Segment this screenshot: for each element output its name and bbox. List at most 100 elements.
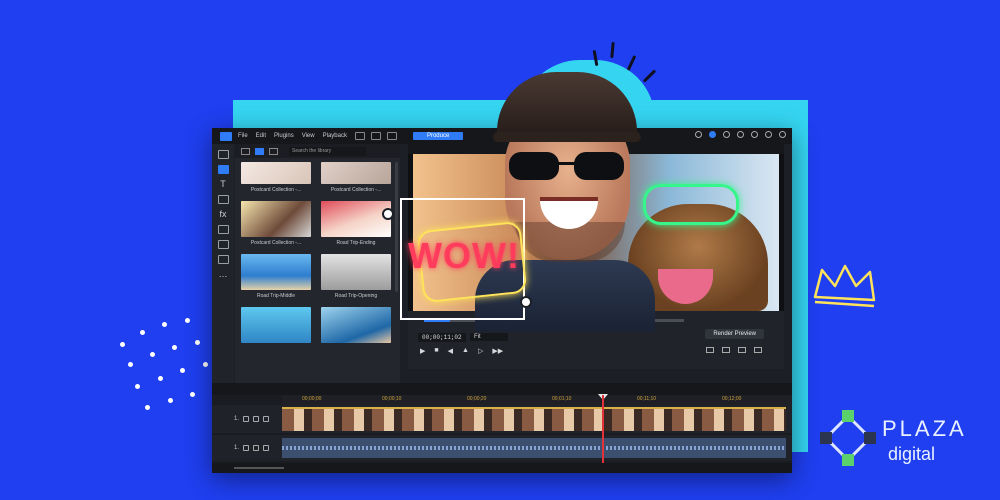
- cap-brim: [493, 132, 641, 142]
- library-scrollbar[interactable]: [395, 162, 398, 292]
- resize-handle[interactable]: [382, 208, 394, 220]
- library-grid: Postcard Collection -... Postcard Collec…: [241, 162, 391, 343]
- timeline-zoom-bar: [212, 463, 792, 473]
- library-item[interactable]: [321, 307, 391, 343]
- library-search-input[interactable]: Search the library: [289, 146, 366, 156]
- snapshot-icon[interactable]: [722, 347, 730, 353]
- library-item[interactable]: [241, 307, 311, 343]
- volume-icon[interactable]: [706, 347, 714, 353]
- help-icon[interactable]: [737, 131, 744, 138]
- zoom-fit-dropdown[interactable]: Fit: [470, 333, 508, 341]
- transition-icon[interactable]: [217, 195, 229, 204]
- library-item[interactable]: Postcard Collection -...: [241, 201, 311, 246]
- menu-playback[interactable]: Playback: [323, 133, 347, 139]
- track-header: 1.: [212, 405, 282, 433]
- more-icon[interactable]: …: [218, 270, 229, 279]
- library-panel: Search the library Postcard Collection -…: [235, 144, 400, 383]
- menu-edit[interactable]: Edit: [256, 133, 266, 139]
- left-lens: [509, 152, 559, 180]
- library-item-label: Postcard Collection -...: [250, 240, 302, 246]
- app-logo-icon: [220, 131, 232, 141]
- neon-sunglasses-sticker[interactable]: [643, 184, 739, 225]
- account-icon[interactable]: [695, 131, 702, 138]
- video-track: 1.: [212, 405, 792, 433]
- timecode-display[interactable]: 00;00;11;02: [418, 333, 466, 342]
- maximize-icon[interactable]: [765, 131, 772, 138]
- ruler-label: 00;12;00: [722, 396, 742, 402]
- display-icon[interactable]: [738, 347, 746, 353]
- playhead[interactable]: [602, 395, 604, 465]
- notification-icon[interactable]: [709, 131, 716, 138]
- window-controls: [695, 131, 786, 138]
- transport-buttons: ▶ ■ ◀ ▲ ▷ ▶▶: [420, 347, 503, 355]
- next-frame-icon[interactable]: ▷: [478, 347, 483, 355]
- redo-icon[interactable]: [386, 132, 397, 140]
- marketing-banner: File Edit Plugins View Playback Produce …: [0, 0, 1000, 500]
- timeline-ruler[interactable]: 00;00;00 00;00;10 00;00;20 00;01;10 00;1…: [282, 395, 792, 405]
- screen-icon[interactable]: [354, 132, 365, 140]
- render-preview-button[interactable]: Render Preview: [705, 329, 764, 339]
- library-item-label: Postcard Collection -...: [330, 187, 382, 193]
- library-item-label: Postcard Collection -...: [250, 187, 302, 193]
- undock-icon[interactable]: [754, 347, 762, 353]
- fast-forward-icon[interactable]: ▶▶: [492, 347, 503, 355]
- import-icon[interactable]: [241, 147, 250, 155]
- brand-subtitle: digital: [888, 444, 936, 464]
- wow-sticker-text[interactable]: WOW!: [408, 235, 520, 277]
- library-item[interactable]: Postcard Collection -...: [321, 162, 391, 193]
- thumbnail: [241, 307, 311, 343]
- grid-view-icon[interactable]: [255, 147, 264, 155]
- play-icon[interactable]: ▶: [420, 347, 425, 355]
- library-item[interactable]: Postcard Collection -...: [241, 162, 311, 193]
- neon-crown-icon: [813, 264, 876, 308]
- lock-icon[interactable]: [263, 445, 270, 451]
- visibility-icon[interactable]: [253, 445, 260, 451]
- cap: [497, 72, 637, 140]
- export-icon[interactable]: [217, 255, 229, 264]
- list-view-icon[interactable]: [269, 147, 278, 155]
- minimize-icon[interactable]: [751, 131, 758, 138]
- audio-clip[interactable]: [282, 438, 786, 458]
- library-toolbar: Search the library: [235, 144, 400, 158]
- track-label: 1.: [234, 445, 240, 451]
- stop-icon[interactable]: ■: [434, 347, 438, 355]
- media-room-icon[interactable]: [217, 150, 229, 159]
- template-room-icon[interactable]: [217, 165, 229, 174]
- rotate-handle[interactable]: [520, 296, 532, 308]
- thumbnail: [241, 162, 311, 184]
- undo-icon[interactable]: [370, 132, 381, 140]
- settings-icon[interactable]: [723, 131, 730, 138]
- library-item-label: Road Trip-Ending: [336, 240, 376, 246]
- library-item[interactable]: Road Trip-Opening: [321, 254, 391, 299]
- timeline-zoom-slider[interactable]: [234, 467, 284, 469]
- thumbnail: [241, 201, 311, 237]
- title-icon[interactable]: T: [218, 180, 229, 189]
- particle-icon[interactable]: [217, 240, 229, 249]
- prev-frame-icon[interactable]: ◀: [448, 347, 453, 355]
- tool-sidebar: T fx …: [212, 144, 234, 383]
- library-item-label: Road Trip-Opening: [334, 293, 378, 299]
- visibility-icon[interactable]: [253, 416, 260, 422]
- video-clip[interactable]: [282, 407, 786, 431]
- ruler-label: 00;00;20: [467, 396, 487, 402]
- close-icon[interactable]: [779, 131, 786, 138]
- thumbnail: [321, 201, 391, 237]
- timeline: 00;00;00 00;00;10 00;00;20 00;01;10 00;1…: [212, 383, 792, 473]
- library-item[interactable]: Road Trip-Middle: [241, 254, 311, 299]
- mark-icon[interactable]: ▲: [462, 347, 469, 355]
- menu-plugins[interactable]: Plugins: [274, 133, 294, 139]
- library-item[interactable]: Road Trip-Ending: [321, 201, 391, 246]
- library-item-label: Road Trip-Middle: [256, 293, 296, 299]
- lock-icon[interactable]: [263, 416, 270, 422]
- thumbnail: [321, 254, 391, 290]
- ruler-label: 00;00;10: [382, 396, 402, 402]
- preview-tools: [706, 347, 762, 353]
- pip-icon[interactable]: [217, 225, 229, 234]
- menu-view[interactable]: View: [302, 133, 315, 139]
- produce-tab[interactable]: Produce: [412, 132, 464, 140]
- ruler-label: 00;11;10: [637, 396, 657, 402]
- menu-file[interactable]: File: [238, 133, 248, 139]
- audio-waveform: [282, 446, 786, 450]
- ruler-label: 00;01;10: [552, 396, 572, 402]
- effects-icon[interactable]: fx: [218, 210, 229, 219]
